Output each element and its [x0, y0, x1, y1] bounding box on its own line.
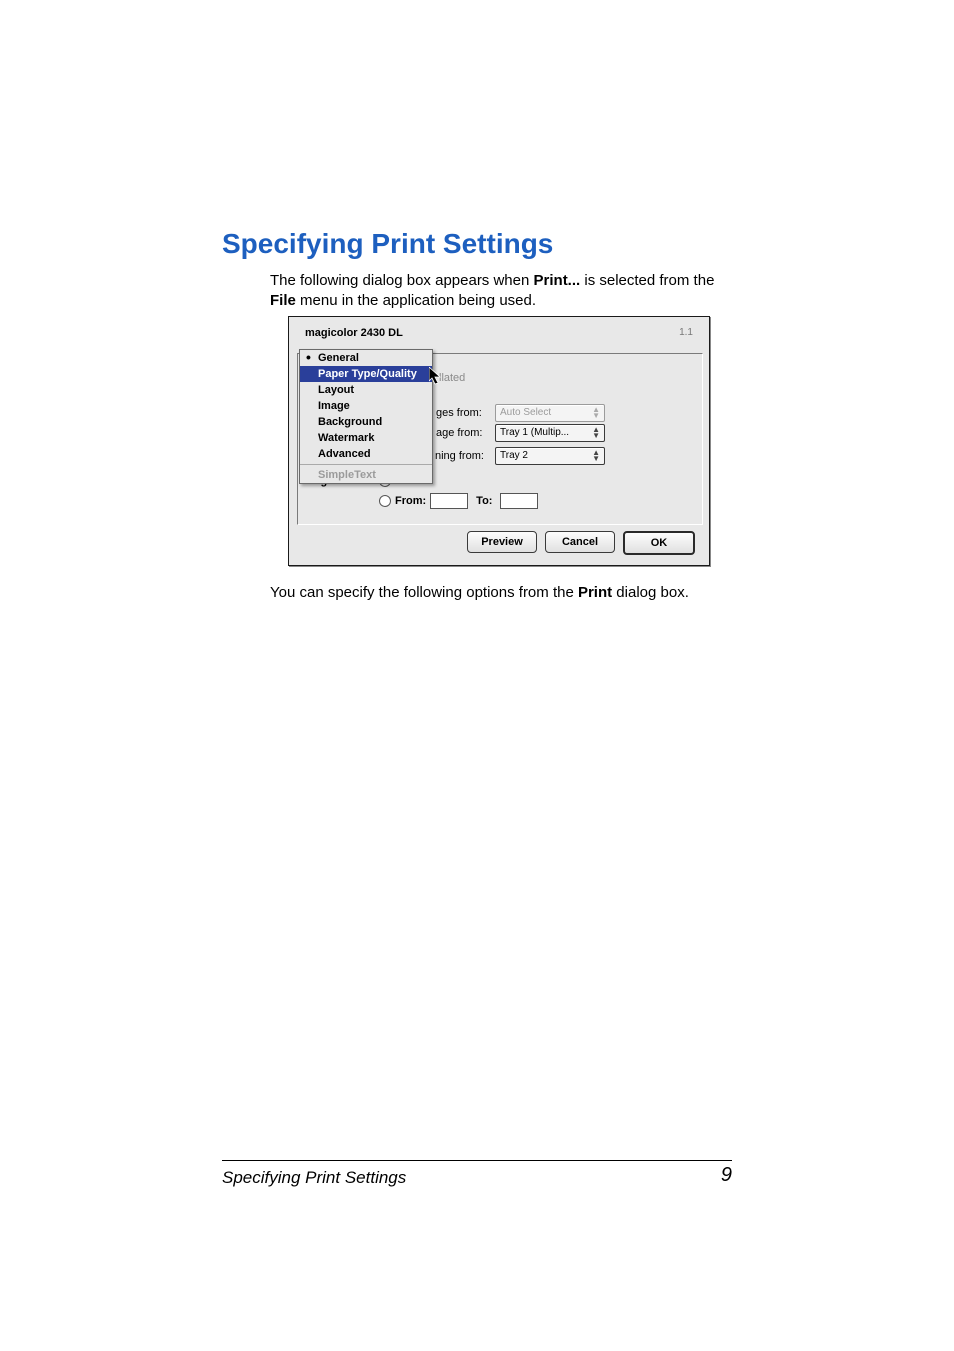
- tray1-combo[interactable]: Tray 1 (Multip... ▲▼: [495, 424, 605, 442]
- dialog-button-row: Preview Cancel OK: [467, 531, 695, 555]
- ning-from-partial-label: ning from:: [435, 450, 484, 462]
- menu-item-background[interactable]: Background: [300, 414, 432, 430]
- bold-file: File: [270, 292, 296, 309]
- cancel-button[interactable]: Cancel: [545, 531, 615, 553]
- combo-value: Tray 1 (Multip...: [500, 427, 569, 438]
- page-to-input[interactable]: [500, 493, 538, 509]
- pages-from-partial-label: ges from:: [436, 407, 482, 419]
- to-label: To:: [476, 495, 492, 507]
- menu-item-paper-type-quality[interactable]: Paper Type/Quality: [300, 366, 432, 382]
- intro-paragraph: The following dialog box appears when Pr…: [270, 271, 730, 312]
- bold-print: Print: [578, 584, 612, 601]
- combo-value: Tray 2: [500, 450, 528, 461]
- page-from-partial-label: age from:: [436, 427, 482, 439]
- text: dialog box.: [612, 584, 689, 601]
- section-heading: Specifying Print Settings: [222, 228, 553, 260]
- page-number: 9: [721, 1164, 732, 1187]
- combo-value: Auto Select: [500, 407, 551, 418]
- footer-rule: [222, 1160, 732, 1161]
- footer-title: Specifying Print Settings: [222, 1168, 406, 1188]
- text: The following dialog box appears when: [270, 272, 534, 289]
- chevron-updown-icon: ▲▼: [592, 450, 600, 462]
- settings-section-menu[interactable]: General Paper Type/Quality Layout Image …: [299, 349, 433, 484]
- menu-separator: [300, 464, 432, 465]
- dialog-title: magicolor 2430 DL: [305, 327, 403, 339]
- page-from-input[interactable]: [430, 493, 468, 509]
- document-page: Specifying Print Settings The following …: [0, 0, 954, 1351]
- print-dialog: magicolor 2430 DL 1.1 llated General Pap…: [288, 316, 710, 566]
- menu-item-simpletext: SimpleText: [300, 467, 432, 483]
- menu-item-advanced[interactable]: Advanced: [300, 446, 432, 462]
- radio-from[interactable]: [379, 495, 391, 507]
- radio-from-label: From:: [395, 495, 426, 507]
- chevron-updown-icon: ▲▼: [592, 407, 600, 419]
- text: menu in the application being used.: [296, 292, 536, 309]
- auto-select-combo: Auto Select ▲▼: [495, 404, 605, 422]
- text: is selected from the: [580, 272, 714, 289]
- cursor-icon: [429, 367, 443, 385]
- dialog-version: 1.1: [679, 327, 693, 338]
- pages-from-radio-row[interactable]: From: To:: [379, 493, 538, 509]
- menu-item-watermark[interactable]: Watermark: [300, 430, 432, 446]
- menu-item-general[interactable]: General: [300, 350, 432, 366]
- menu-item-image[interactable]: Image: [300, 398, 432, 414]
- bold-print: Print...: [534, 272, 581, 289]
- text: You can specify the following options fr…: [270, 584, 578, 601]
- preview-button[interactable]: Preview: [467, 531, 537, 553]
- menu-item-layout[interactable]: Layout: [300, 382, 432, 398]
- tray2-combo[interactable]: Tray 2 ▲▼: [495, 447, 605, 465]
- ok-button[interactable]: OK: [623, 531, 695, 555]
- chevron-updown-icon: ▲▼: [592, 427, 600, 439]
- options-paragraph: You can specify the following options fr…: [270, 583, 730, 603]
